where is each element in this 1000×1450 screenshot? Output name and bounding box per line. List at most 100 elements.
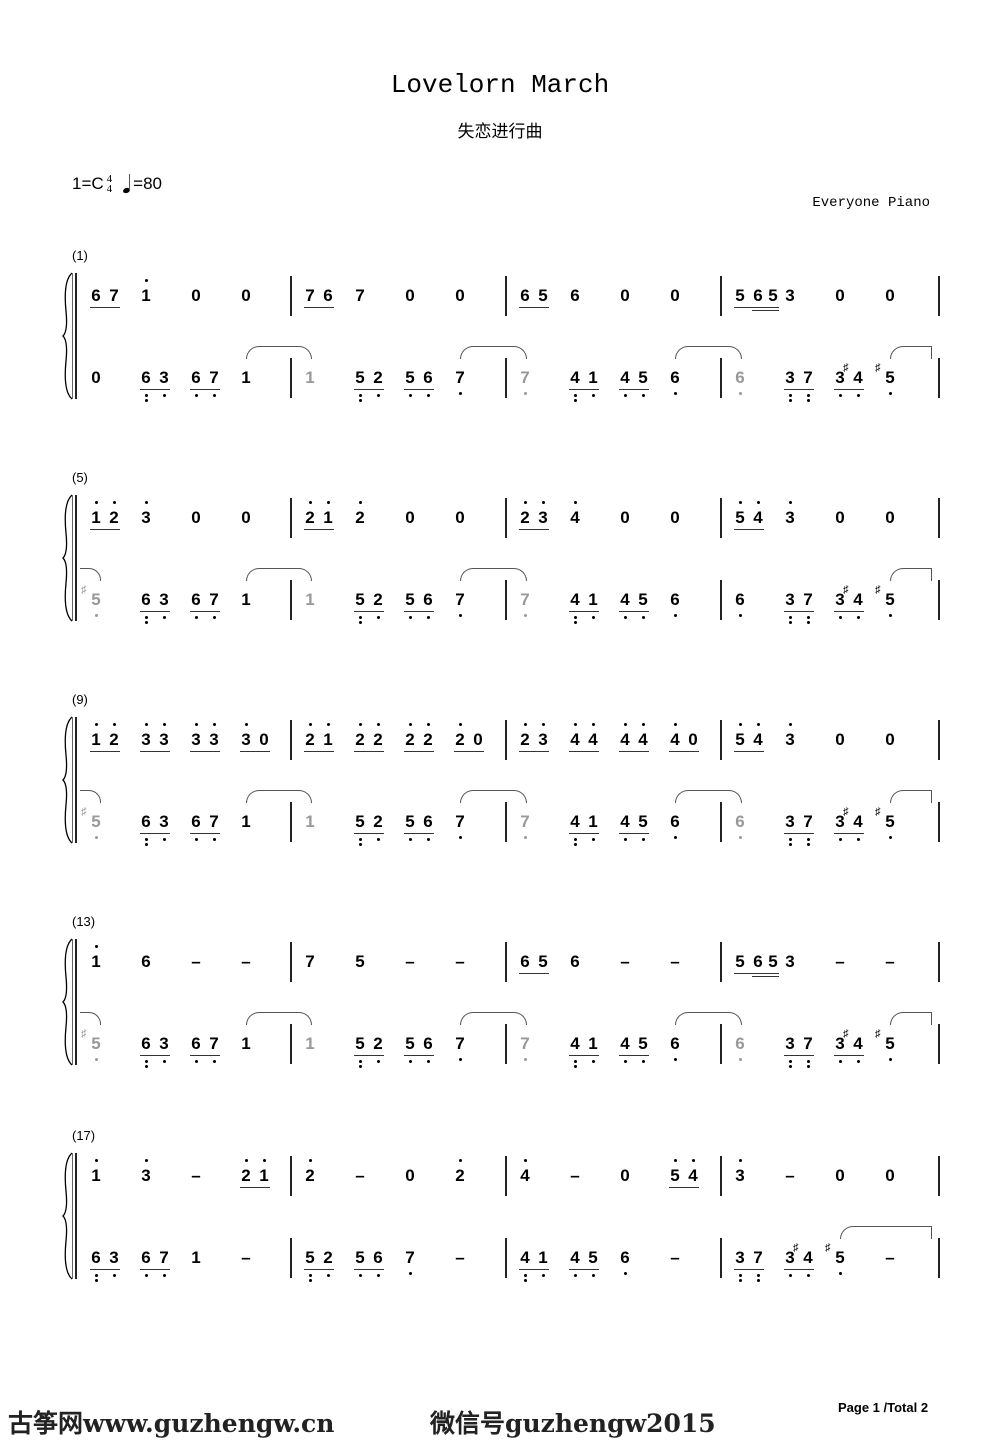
underline (569, 1269, 599, 1270)
low-octave-dot (807, 616, 810, 619)
low-octave-dot (145, 1065, 148, 1068)
underline (784, 833, 814, 834)
low-octave-dot (739, 614, 742, 617)
low-octave-dot (739, 1058, 742, 1061)
note: 5 (638, 590, 648, 609)
barline (505, 498, 507, 538)
low-octave-dot (674, 1058, 677, 1061)
high-octave-dot (542, 501, 545, 504)
high-octave-dot (145, 279, 148, 282)
high-octave-dot (592, 723, 595, 726)
low-octave-dot (145, 838, 148, 841)
system-brace (62, 1152, 73, 1280)
system-line (75, 1153, 77, 1279)
low-octave-dot (359, 1274, 362, 1277)
note: – (241, 952, 251, 971)
low-octave-dot (524, 1058, 527, 1061)
watermark-wechat: 微信号guzhengw2015 (430, 1409, 716, 1438)
note: 5 (885, 590, 895, 609)
note: 6 (735, 368, 745, 387)
low-octave-dot (789, 621, 792, 624)
system-line (72, 1153, 73, 1279)
low-octave-dot (807, 843, 810, 846)
note: 3 (785, 812, 795, 831)
note: 5 (588, 1248, 598, 1267)
low-octave-dot (739, 1274, 742, 1277)
note: 0 (191, 508, 201, 527)
low-octave-dot (739, 1279, 742, 1282)
note: 5 (638, 812, 648, 831)
underline (354, 611, 384, 612)
tie-end-arc (80, 1012, 101, 1025)
note: 3 (191, 730, 201, 749)
underline (240, 751, 270, 752)
note: 2 (355, 730, 365, 749)
low-octave-dot (839, 1272, 842, 1275)
note: 7 (520, 812, 530, 831)
low-octave-dot (624, 394, 627, 397)
low-octave-dot (195, 1060, 198, 1063)
high-octave-dot (327, 501, 330, 504)
barline (720, 942, 722, 982)
note: – (455, 952, 465, 971)
low-octave-dot (789, 394, 792, 397)
high-octave-dot (692, 1159, 695, 1162)
low-octave-dot (574, 1274, 577, 1277)
note: 5 (735, 508, 745, 527)
barline (720, 358, 722, 398)
low-octave-dot (459, 1058, 462, 1061)
low-octave-dot (427, 838, 430, 841)
underline (404, 389, 434, 390)
low-octave-dot (789, 616, 792, 619)
note: 1 (588, 590, 598, 609)
note: 5 (885, 812, 895, 831)
key-tempo-marking: 1=C 4 4 =80 (72, 174, 162, 195)
high-octave-dot (213, 723, 216, 726)
low-octave-dot (95, 836, 98, 839)
low-octave-dot (359, 1060, 362, 1063)
note: 7 (209, 1034, 219, 1053)
note: 1 (91, 1166, 101, 1185)
note: 3 (241, 730, 251, 749)
note: 4 (588, 730, 598, 749)
low-octave-dot (95, 1058, 98, 1061)
barline (505, 942, 507, 982)
underline (519, 973, 549, 974)
tie-arc (840, 1226, 932, 1239)
note: 4 (570, 1034, 580, 1053)
system-line (75, 939, 77, 1065)
note: 3 (159, 730, 169, 749)
sharp-icon: ♯ (81, 1028, 87, 1040)
note: 1 (191, 1248, 201, 1267)
note: 3 (141, 1166, 151, 1185)
note: 7 (109, 286, 119, 305)
low-octave-dot (163, 616, 166, 619)
high-octave-dot (789, 723, 792, 726)
high-octave-dot (95, 1159, 98, 1162)
note: 0 (835, 508, 845, 527)
underline (404, 751, 434, 752)
underline (140, 833, 170, 834)
low-octave-dot (145, 843, 148, 846)
score-subtitle: 失恋进行曲 (457, 122, 543, 142)
low-octave-dot (359, 838, 362, 841)
note: 5 (355, 812, 365, 831)
low-octave-dot (789, 1274, 792, 1277)
barline (505, 358, 507, 398)
measure-number: (1) (72, 248, 88, 263)
high-octave-dot (377, 723, 380, 726)
note: 0 (835, 730, 845, 749)
low-octave-dot (789, 838, 792, 841)
note: 7 (159, 1248, 169, 1267)
note: 2 (373, 812, 383, 831)
sharp-icon: ♯ (825, 1242, 831, 1254)
sharp-icon: ♯ (81, 584, 87, 596)
low-octave-dot (163, 394, 166, 397)
underline (734, 973, 779, 974)
tie-end-arc (80, 568, 101, 581)
low-octave-dot (592, 1060, 595, 1063)
note: 6 (570, 952, 580, 971)
note: 4 (853, 1034, 863, 1053)
page-number: Page 1 /Total 2 (838, 1400, 929, 1415)
note: 0 (835, 1166, 845, 1185)
